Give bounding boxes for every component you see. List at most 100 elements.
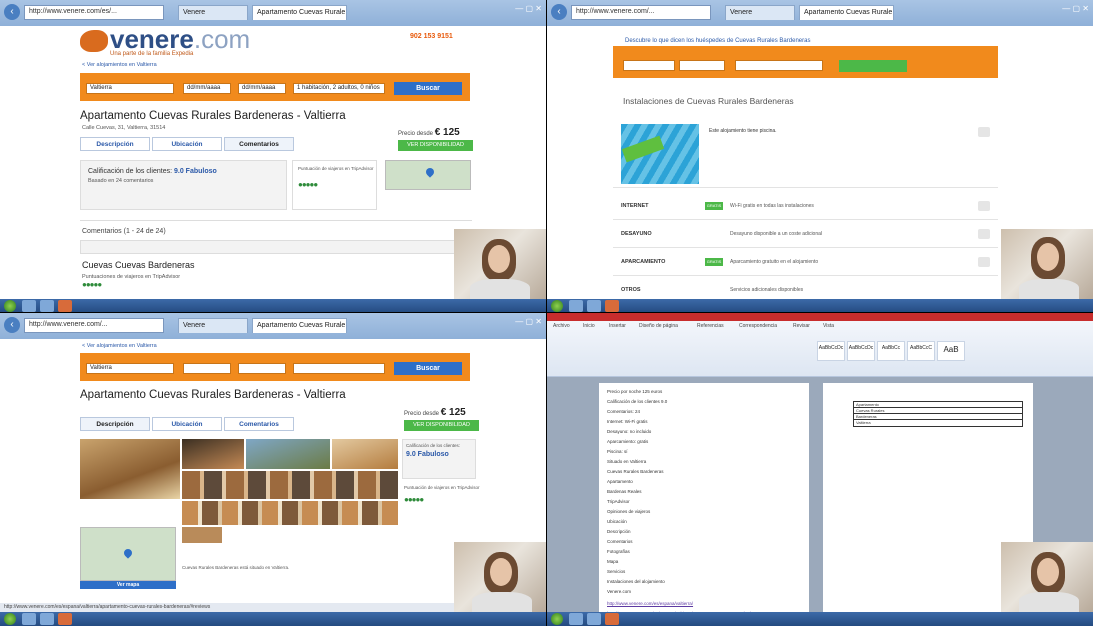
tab-comentarios[interactable]: Comentarios [224, 137, 294, 151]
address-bar[interactable]: http://www.venere.com/... [24, 318, 164, 333]
main-photo[interactable] [80, 439, 180, 499]
browser-chrome: ‹ http://www.venere.com/... Venere Apart… [547, 0, 1093, 26]
tab-comentarios[interactable]: Comentarios [224, 417, 294, 431]
ribbon-tab-layout[interactable]: Diseño de página [639, 323, 678, 329]
word-ribbon: Archivo Inicio Insertar Diseño de página… [547, 321, 1093, 377]
back-link[interactable]: < Ver alojamientos en Valtierra [82, 62, 157, 68]
tab-ubicacion[interactable]: Ubicación [152, 137, 222, 151]
webcam-person-face [1037, 243, 1059, 271]
rooms-select[interactable]: 1 habitación, 2 adultos, 0 niños [293, 83, 385, 94]
checkout-input[interactable]: dd/mm/aaaa [238, 83, 286, 94]
venere-logo-icon [80, 30, 108, 52]
photo-4[interactable] [332, 439, 398, 469]
ie-icon[interactable] [569, 300, 583, 312]
style-no-spacing[interactable]: AaBbCcDc [847, 341, 875, 361]
photo-small[interactable] [182, 527, 222, 543]
word-title-bar [547, 313, 1093, 321]
style-heading-1[interactable]: AaBbCc [877, 341, 905, 361]
taskbar [0, 299, 546, 313]
pool-icon [978, 127, 990, 137]
doc-link-1[interactable]: http://www.venere.com/es/espana/valtierr… [607, 601, 693, 606]
tab-active[interactable]: Apartamento Cuevas Rurale... [252, 5, 347, 20]
rooms-select[interactable] [735, 60, 823, 71]
tab-1[interactable]: Venere [725, 5, 795, 20]
start-button-icon[interactable] [4, 300, 16, 312]
tab-descripcion[interactable]: Descripción [80, 137, 150, 151]
quadrant-word-document: Archivo Inicio Insertar Diseño de página… [547, 313, 1093, 626]
webcam-person-face [488, 245, 510, 273]
ribbon-tab-file[interactable]: Archivo [553, 323, 570, 329]
ribbon-tab-review[interactable]: Revisar [793, 323, 810, 329]
quadrant-venere-services: ‹ http://www.venere.com/... Venere Apart… [547, 0, 1093, 313]
price-from: Precio desde € 125 [404, 407, 466, 418]
availability-button[interactable]: VER DISPONIBILIDAD [398, 140, 473, 151]
property-title: Apartamento Cuevas Rurales Bardeneras - … [80, 389, 346, 401]
back-icon[interactable]: ‹ [551, 4, 567, 20]
address-bar[interactable]: http://www.venere.com/es/... [24, 5, 164, 20]
explorer-icon[interactable] [40, 300, 54, 312]
ie-icon[interactable] [22, 613, 36, 625]
rating-note: Basado en 24 comentarios [88, 178, 154, 184]
checkout-input[interactable] [238, 363, 286, 374]
photo-strip-1[interactable] [182, 471, 398, 499]
start-button-icon[interactable] [4, 613, 16, 625]
word-icon[interactable] [605, 613, 619, 625]
search-button[interactable]: Buscar [394, 362, 462, 375]
explorer-icon[interactable] [587, 300, 601, 312]
style-title[interactable]: AaB [937, 341, 965, 361]
tab-ubicacion[interactable]: Ubicación [152, 417, 222, 431]
start-button-icon[interactable] [551, 613, 563, 625]
window-buttons[interactable]: — ▢ ✕ [515, 317, 542, 326]
ribbon-tab-references[interactable]: Referencias [697, 323, 724, 329]
update-button[interactable] [839, 60, 907, 72]
checkout-input[interactable] [679, 60, 725, 71]
destination-input[interactable]: Valtierra [86, 363, 174, 374]
photo-strip-2[interactable] [182, 501, 398, 525]
photo-2[interactable] [182, 439, 244, 469]
window-buttons[interactable]: — ▢ ✕ [515, 4, 542, 13]
ribbon-tab-insert[interactable]: Insertar [609, 323, 626, 329]
page-1[interactable]: Precio por noche 125 euros Calificación … [599, 383, 809, 623]
rooms-select[interactable] [293, 363, 385, 374]
ribbon-tab-mailings[interactable]: Correspondencia [739, 323, 777, 329]
search-button[interactable]: Buscar [394, 82, 462, 95]
map-button[interactable]: Ver mapa [80, 581, 176, 589]
quadrant-venere-reviews: ‹ http://www.venere.com/es/... Venere Ap… [0, 0, 546, 313]
checkin-input[interactable] [623, 60, 675, 71]
tab-1[interactable]: Venere [178, 318, 248, 333]
explorer-icon[interactable] [587, 613, 601, 625]
back-link[interactable]: < Ver alojamientos en Valtierra [82, 343, 157, 349]
tab-active[interactable]: Apartamento Cuevas Rurale... [252, 318, 347, 333]
word-icon[interactable] [58, 613, 72, 625]
tab-descripcion[interactable]: Descripción [80, 417, 150, 431]
checkin-input[interactable]: dd/mm/aaaa [183, 83, 231, 94]
review-rating-icon: ●●●●● [82, 280, 102, 289]
explorer-icon[interactable] [40, 613, 54, 625]
webcam-overlay [454, 542, 546, 614]
style-heading-2[interactable]: AaBbCcC [907, 341, 935, 361]
word-icon[interactable] [58, 300, 72, 312]
ribbon-tab-home[interactable]: Inicio [583, 323, 595, 329]
destination-input[interactable]: Valtierra [86, 83, 174, 94]
tab-1[interactable]: Venere [178, 5, 248, 20]
taskbar [547, 612, 1093, 626]
service-row-breakfast: DESAYUNO Desayuno disponible a un coste … [613, 222, 998, 248]
taskbar [547, 299, 1093, 313]
ie-icon[interactable] [569, 613, 583, 625]
window-buttons[interactable]: — ▢ ✕ [1062, 4, 1089, 13]
webcam-person-body [1019, 592, 1079, 614]
breakfast-icon [978, 229, 990, 239]
back-icon[interactable]: ‹ [4, 317, 20, 333]
webcam-person-body [470, 279, 530, 301]
style-normal[interactable]: AaBbCcDc [817, 341, 845, 361]
word-icon[interactable] [605, 300, 619, 312]
back-icon[interactable]: ‹ [4, 4, 20, 20]
photo-3[interactable] [246, 439, 330, 469]
availability-button[interactable]: VER DISPONIBILIDAD [404, 420, 479, 431]
start-button-icon[interactable] [551, 300, 563, 312]
ribbon-tab-view[interactable]: Vista [823, 323, 834, 329]
checkin-input[interactable] [183, 363, 231, 374]
tab-active[interactable]: Apartamento Cuevas Rurale... [799, 5, 894, 20]
address-bar[interactable]: http://www.venere.com/... [571, 5, 711, 20]
ie-icon[interactable] [22, 300, 36, 312]
